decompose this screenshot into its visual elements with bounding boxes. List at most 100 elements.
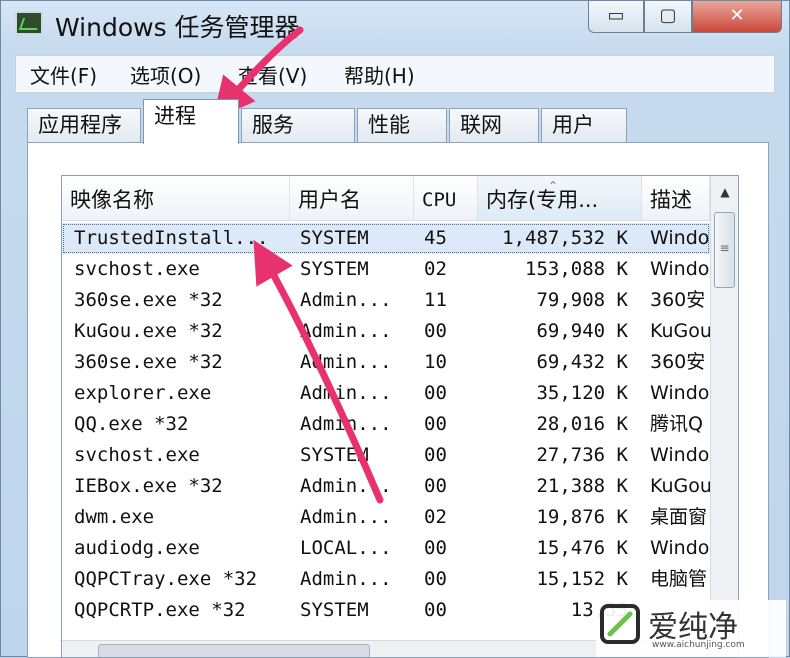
cell-user-name: SYSTEM	[300, 599, 369, 621]
cell-user-name: Admin...	[300, 413, 392, 435]
cell-cpu: 00	[424, 444, 447, 466]
cell-image-name: QQPCRTP.exe *32	[74, 599, 246, 621]
cell-image-name: 360se.exe *32	[74, 351, 223, 373]
cell-description: Windo	[650, 258, 710, 280]
cell-description: KuGou	[650, 475, 710, 497]
cell-memory: 79,908 K	[536, 289, 628, 311]
watermark-logo-icon	[600, 604, 640, 644]
cell-user-name: Admin...	[300, 568, 392, 590]
cell-user-name: Admin...	[300, 351, 392, 373]
column-description[interactable]: 描述	[642, 176, 710, 220]
cell-description: 电脑管	[650, 568, 708, 590]
menu-bar: 文件(F) 选项(O) 查看(V) 帮助(H)	[15, 55, 775, 93]
cell-memory: 19,876 K	[536, 506, 628, 528]
cell-description: 腾讯Q	[650, 413, 703, 435]
column-memory[interactable]: ⌃ 内存(专用...	[478, 176, 642, 220]
menu-options[interactable]: 选项(O)	[130, 60, 201, 89]
menu-view[interactable]: 查看(V)	[238, 60, 307, 89]
cell-user-name: Admin...	[300, 382, 392, 404]
cell-memory: 35,120 K	[536, 382, 628, 404]
menu-help[interactable]: 帮助(H)	[344, 60, 415, 89]
column-cpu[interactable]: CPU	[414, 176, 478, 220]
cell-memory: 69,940 K	[536, 320, 628, 342]
cell-user-name: SYSTEM	[300, 258, 369, 280]
cell-description: Windo	[650, 444, 710, 466]
window-title: Windows 任务管理器	[55, 13, 300, 42]
cell-description: 360安	[650, 289, 706, 311]
cell-cpu: 00	[424, 413, 447, 435]
cell-image-name: IEBox.exe *32	[74, 475, 223, 497]
cell-memory: 15,476 K	[536, 537, 628, 559]
cell-cpu: 02	[424, 258, 447, 280]
column-memory-label: 内存(专用...	[486, 188, 599, 212]
cell-cpu: 45	[424, 227, 447, 249]
tab-strip: 应用程序 进程 服务 性能 联网 用户	[27, 99, 767, 144]
cell-image-name: svchost.exe	[74, 444, 200, 466]
watermark: 爱纯净 www.aichunjing.com	[596, 600, 786, 657]
table-row[interactable]: QQPCTray.exe *32 Admin... 00 15,152 K 电脑…	[62, 564, 710, 595]
cell-cpu: 00	[424, 320, 447, 342]
cell-image-name: QQ.exe *32	[74, 413, 189, 435]
table-row[interactable]: 360se.exe *32 Admin... 11 79,908 K 360安	[62, 285, 710, 316]
table-row[interactable]: svchost.exe SYSTEM 00 27,736 K Windo	[62, 440, 710, 471]
maximize-button[interactable]: ▢	[644, 1, 692, 33]
table-row[interactable]: dwm.exe Admin... 02 19,876 K 桌面窗	[62, 502, 710, 533]
cell-description: 桌面窗	[650, 506, 708, 528]
cell-cpu: 00	[424, 599, 447, 621]
tab-performance[interactable]: 性能	[357, 108, 447, 142]
menu-file[interactable]: 文件(F)	[30, 60, 97, 89]
cell-memory: 1,487,532 K	[502, 227, 628, 249]
cell-cpu: 00	[424, 537, 447, 559]
table-row[interactable]: IEBox.exe *32 Admin... 00 21,388 K KuGou	[62, 471, 710, 502]
cell-description: KuGou	[650, 320, 710, 342]
column-image-name[interactable]: 映像名称	[62, 176, 290, 220]
scrollbar-thumb[interactable]: ≡	[714, 212, 735, 288]
watermark-url: www.aichunjing.com	[652, 640, 745, 650]
tab-processes[interactable]: 进程	[143, 99, 239, 144]
cell-user-name: Admin...	[300, 475, 392, 497]
process-list[interactable]: 映像名称 用户名 CPU ⌃ 内存(专用... 描述 TrustedInstal…	[61, 175, 739, 658]
column-user-name[interactable]: 用户名	[290, 176, 414, 220]
table-row[interactable]: 360se.exe *32 Admin... 10 69,432 K 360安	[62, 347, 710, 378]
tab-users[interactable]: 用户	[541, 108, 627, 142]
cell-memory: 28,016 K	[536, 413, 628, 435]
table-row[interactable]: KuGou.exe *32 Admin... 00 69,940 K KuGou	[62, 316, 710, 347]
table-row[interactable]: svchost.exe SYSTEM 02 153,088 K Windo	[62, 254, 710, 285]
vertical-scrollbar[interactable]: ▲ ≡	[710, 176, 738, 657]
cell-image-name: dwm.exe	[74, 506, 155, 528]
sort-descending-icon: ⌃	[548, 179, 559, 193]
cell-image-name: QQPCTray.exe *32	[74, 568, 258, 590]
table-row[interactable]: explorer.exe Admin... 00 35,120 K Windo	[62, 378, 710, 409]
cell-description: Windo	[650, 537, 710, 559]
cell-user-name: Admin...	[300, 506, 392, 528]
task-manager-icon	[15, 11, 43, 35]
cell-memory: 153,088 K	[525, 258, 628, 280]
close-button[interactable]: ✕	[692, 1, 782, 33]
cell-image-name: audiodg.exe	[74, 537, 200, 559]
cell-description: Windo	[650, 382, 710, 404]
title-bar[interactable]: Windows 任务管理器 ▭ ▢ ✕	[1, 1, 789, 49]
tab-applications[interactable]: 应用程序	[27, 108, 141, 142]
task-manager-window: Windows 任务管理器 ▭ ▢ ✕ 文件(F) 选项(O) 查看(V) 帮助…	[0, 0, 790, 658]
cell-user-name: Admin...	[300, 320, 392, 342]
scroll-up-arrow-icon[interactable]: ▲	[711, 176, 738, 208]
tab-networking[interactable]: 联网	[449, 108, 539, 142]
cell-memory: 69,432 K	[536, 351, 628, 373]
cell-memory: 15,152 K	[536, 568, 628, 590]
cell-image-name: 360se.exe *32	[74, 289, 223, 311]
table-row[interactable]: TrustedInstall... SYSTEM 45 1,487,532 K …	[62, 223, 710, 254]
cell-image-name: svchost.exe	[74, 258, 200, 280]
table-row[interactable]: QQ.exe *32 Admin... 00 28,016 K 腾讯Q	[62, 409, 710, 440]
horizontal-scrollbar-thumb[interactable]	[98, 644, 370, 657]
cell-image-name: TrustedInstall...	[74, 227, 269, 249]
cell-user-name: Admin...	[300, 289, 392, 311]
table-row[interactable]: audiodg.exe LOCAL... 00 15,476 K Windo	[62, 533, 710, 564]
cell-user-name: LOCAL...	[300, 537, 392, 559]
cell-image-name: explorer.exe	[74, 382, 212, 404]
list-header: 映像名称 用户名 CPU ⌃ 内存(专用... 描述	[62, 176, 710, 221]
tab-services[interactable]: 服务	[241, 108, 355, 142]
cell-cpu: 00	[424, 568, 447, 590]
cell-user-name: SYSTEM	[300, 227, 369, 249]
minimize-button[interactable]: ▭	[588, 1, 644, 33]
cell-cpu: 00	[424, 382, 447, 404]
